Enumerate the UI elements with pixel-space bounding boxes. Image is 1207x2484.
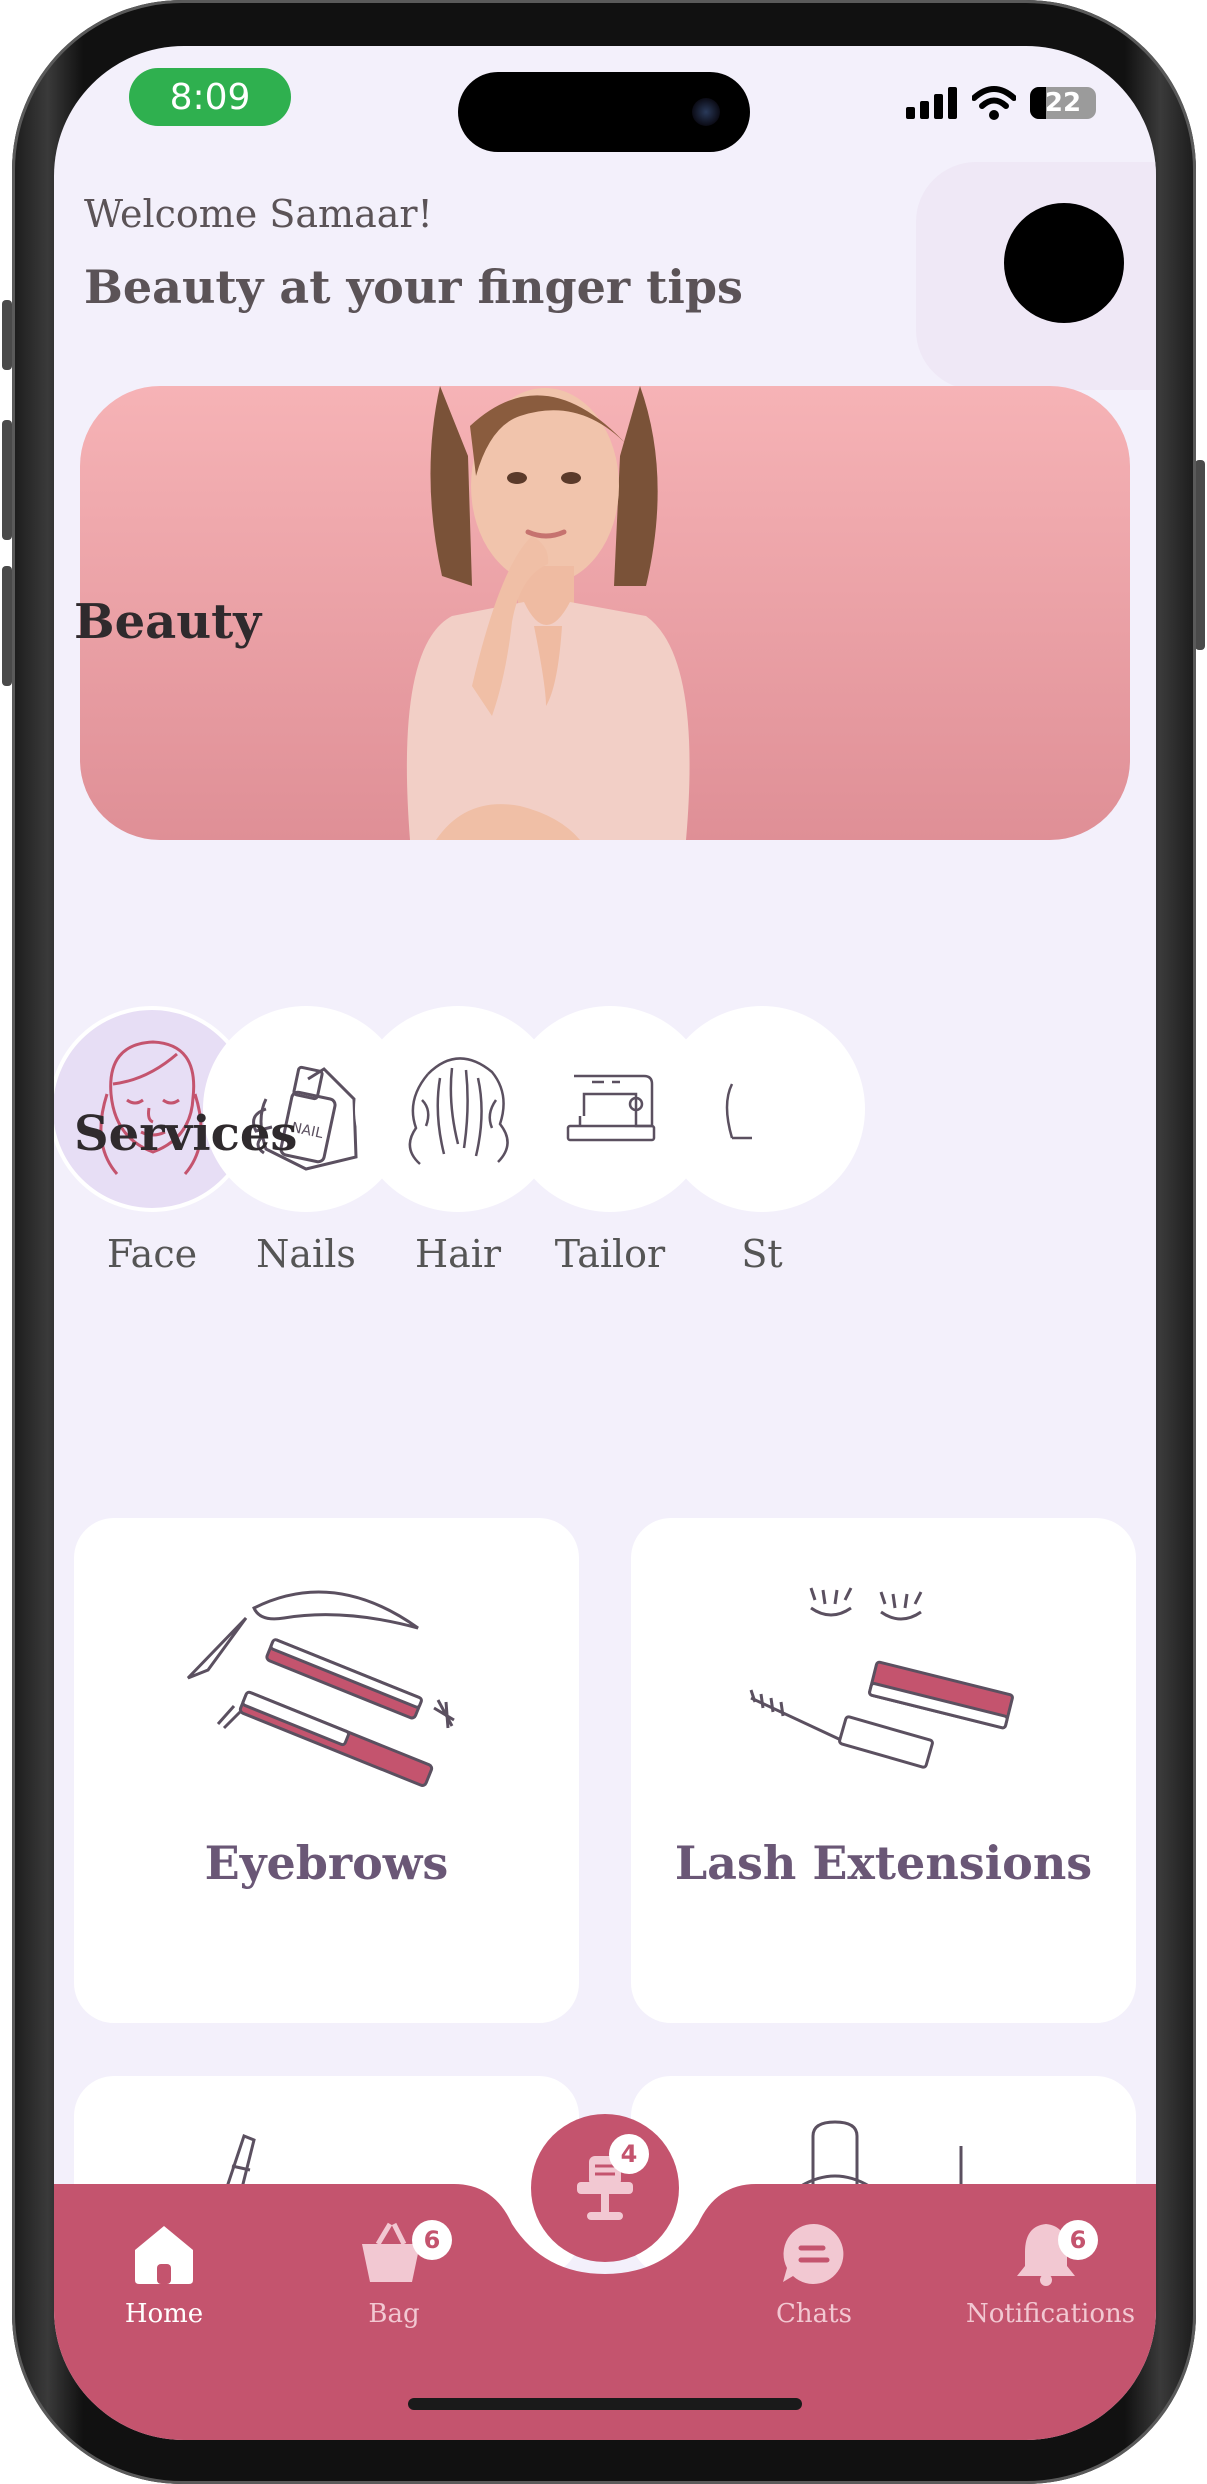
nav-chats[interactable]: Chats: [734, 2220, 894, 2329]
notifications-badge: 6: [1058, 2220, 1098, 2260]
nav-label: Notifications: [966, 2299, 1136, 2329]
battery-indicator: 22: [1030, 87, 1096, 119]
bag-badge: 6: [412, 2220, 452, 2260]
section-title-services: Services: [74, 1106, 298, 1162]
nav-home[interactable]: Home: [84, 2220, 244, 2329]
power-button: [1195, 460, 1205, 650]
signal-icon: [906, 87, 957, 119]
service-card-title: Eyebrows: [204, 1836, 449, 1890]
dynamic-island: [458, 72, 750, 152]
service-card-title: Lash Extensions: [674, 1836, 1093, 1890]
avatar[interactable]: [1004, 203, 1124, 323]
wifi-icon: [972, 86, 1016, 120]
lash-mascara-icon: [749, 1587, 1014, 1769]
sewing-machine-icon: [566, 1074, 656, 1142]
home-icon: [135, 2226, 193, 2284]
nav-bag[interactable]: 6 Bag: [314, 2220, 474, 2329]
app-screen: 8:09 22 Welcome Samaar! Beauty at your f…: [54, 46, 1156, 2440]
welcome-text: Welcome Samaar!: [84, 192, 433, 236]
category-label: St: [741, 1232, 783, 1276]
home-indicator[interactable]: [408, 2398, 802, 2410]
service-card-eyebrows[interactable]: Eyebrows: [74, 1518, 579, 2023]
camera-icon: [692, 98, 720, 126]
volume-up-button: [2, 420, 12, 540]
category-styling-circle: [659, 1006, 865, 1212]
nav-label: Home: [124, 2299, 204, 2329]
nav-label: Bag: [368, 2299, 420, 2329]
action-button: [2, 300, 12, 370]
nav-notifications[interactable]: 6 Notifications: [966, 2220, 1136, 2329]
service-card-lash-extensions[interactable]: Lash Extensions: [631, 1518, 1136, 2023]
category-styling[interactable]: St: [658, 1006, 866, 1276]
section-title-beauty: Beauty: [74, 594, 262, 650]
center-badge: 4: [609, 2134, 649, 2174]
chat-icon: [783, 2223, 844, 2284]
center-salon-button[interactable]: 4: [531, 2114, 679, 2262]
eyebrow-tools-icon: [186, 1590, 455, 1787]
status-icons: 22: [906, 86, 1096, 120]
volume-down-button: [2, 566, 12, 686]
tagline: Beauty at your finger tips: [84, 260, 743, 314]
status-time: 8:09: [129, 68, 291, 126]
styling-icon: [725, 1083, 752, 1140]
nav-label: Chats: [776, 2299, 852, 2329]
